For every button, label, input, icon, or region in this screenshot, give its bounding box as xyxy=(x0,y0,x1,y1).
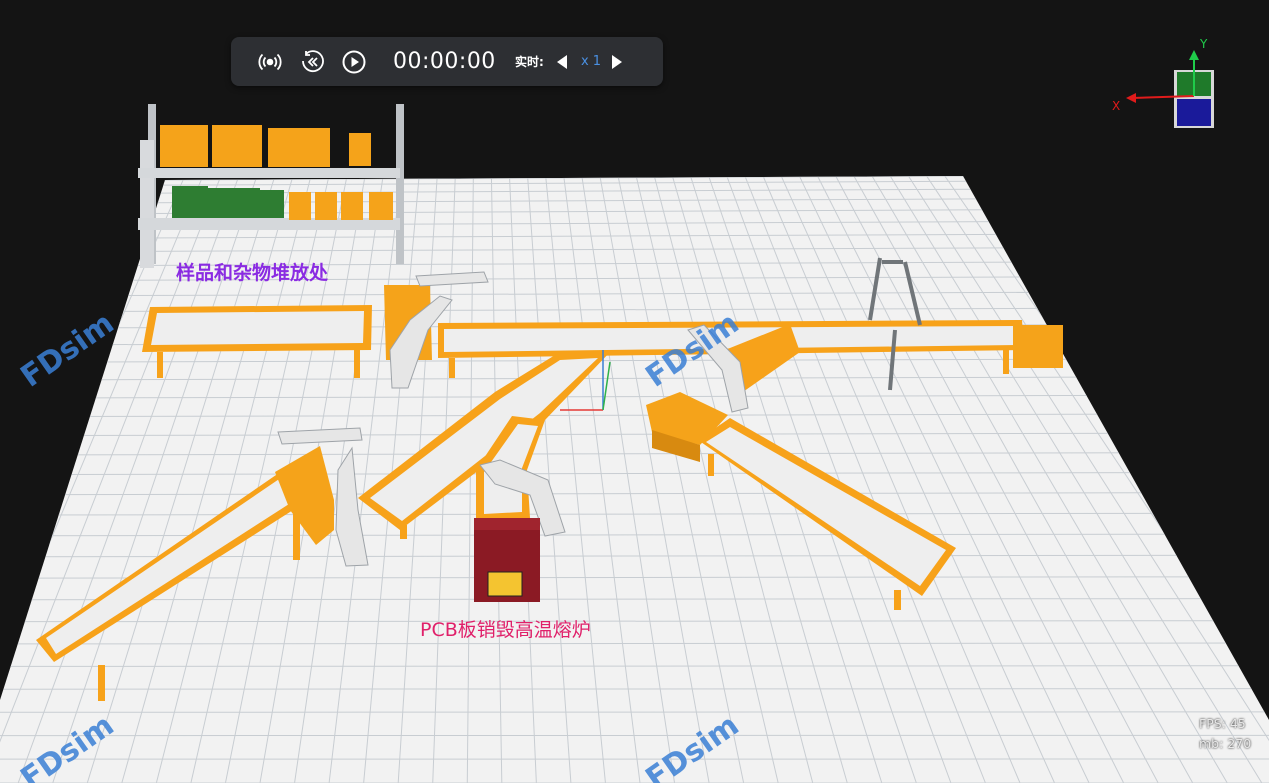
broadcast-icon[interactable] xyxy=(257,49,283,75)
3d-viewport[interactable]: 样品和杂物堆放处 PCB板销毁高温熔炉 FDsim FDsim FDsim FD… xyxy=(0,0,1269,783)
playback-time: 00:00:00 xyxy=(393,49,496,74)
gizmo-y-label: Y xyxy=(1199,37,1208,51)
gizmo-front-face xyxy=(1177,99,1211,126)
factory-scene[interactable]: 样品和杂物堆放处 PCB板销毁高温熔炉 FDsim FDsim FDsim FD… xyxy=(0,0,1269,783)
fps-value: 45 xyxy=(1229,716,1246,731)
stats-panel: FPS: 45 mb: 270 xyxy=(1199,714,1269,758)
mb-label: mb: xyxy=(1199,736,1224,751)
fps-row: FPS: 45 xyxy=(1199,714,1269,734)
triangle-right-icon[interactable] xyxy=(609,53,625,71)
realtime-label: 实时: xyxy=(515,55,544,69)
furnace-label: PCB板销毁高温熔炉 xyxy=(420,619,591,641)
playback-toolbar: 00:00:00 实时: x 1 xyxy=(231,37,663,86)
mb-row: mb: 270 xyxy=(1199,734,1269,754)
fps-label: FPS: xyxy=(1199,716,1226,731)
axis-gizmo[interactable]: Y X xyxy=(1108,36,1220,132)
rewind-icon[interactable] xyxy=(299,49,325,75)
furnace xyxy=(474,518,540,602)
storage-area-label: 样品和杂物堆放处 xyxy=(176,261,329,284)
triangle-left-icon[interactable] xyxy=(554,53,570,71)
play-icon[interactable] xyxy=(341,49,367,75)
mb-value: 270 xyxy=(1227,736,1252,751)
gizmo-x-label: X xyxy=(1112,99,1120,113)
speed-value: x 1 xyxy=(580,54,602,69)
